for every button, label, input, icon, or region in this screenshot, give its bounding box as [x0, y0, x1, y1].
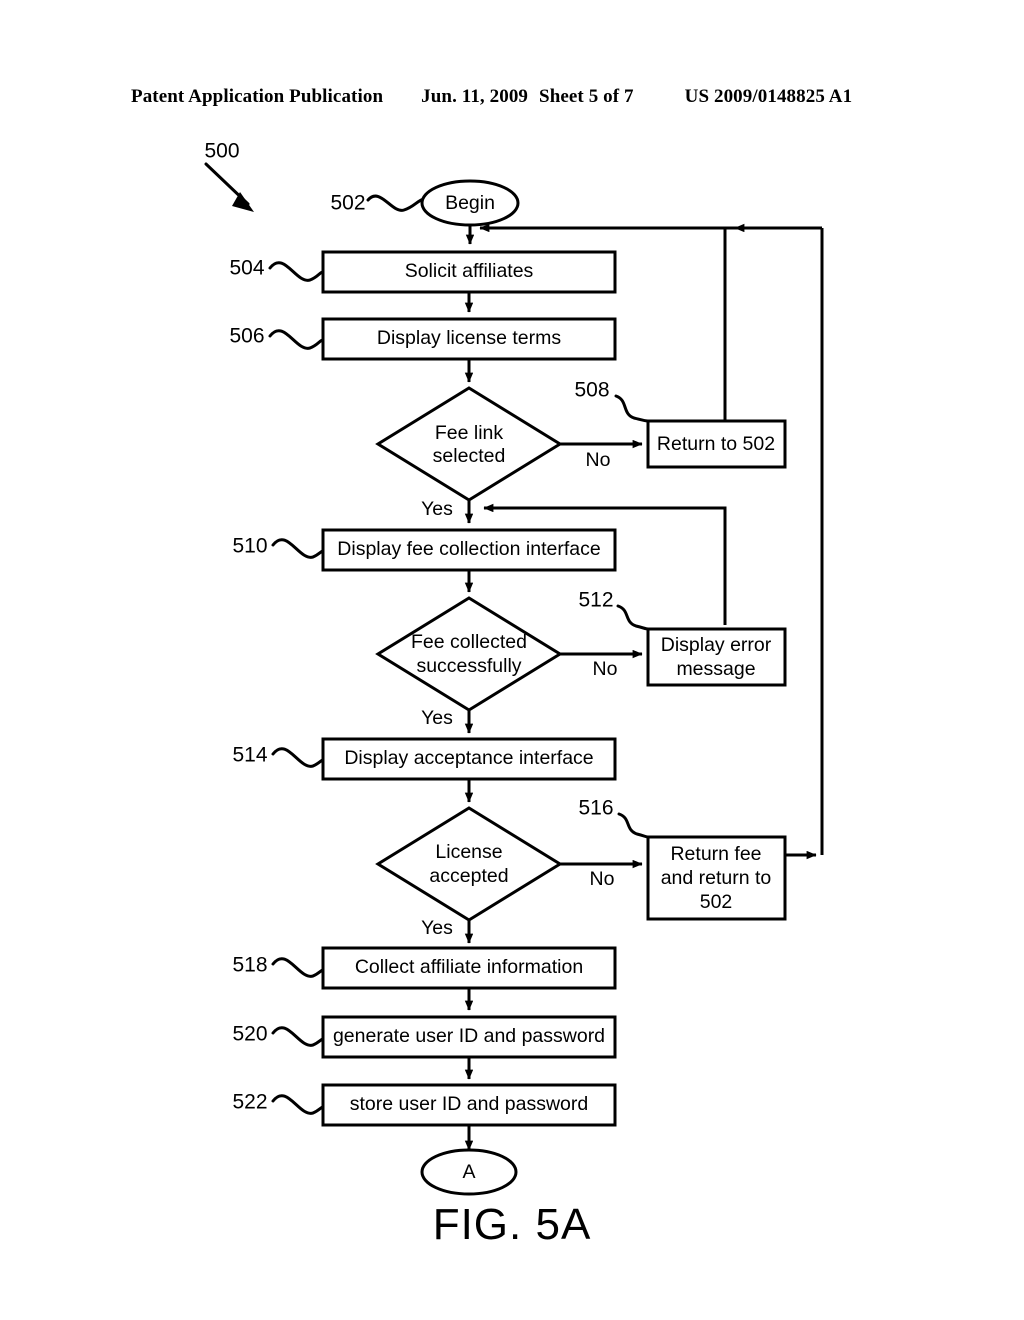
process-store-user-id-and-password-label: store user ID and password	[350, 1093, 588, 1115]
process-generate-user-id-and-password-label: generate user ID and password	[333, 1025, 605, 1047]
diagram-ref-arrowhead	[232, 192, 254, 212]
decision-license-accepted-line1: License	[435, 841, 502, 863]
diagram-ref-500: 500	[204, 140, 239, 163]
decision-license-accepted-line2: accepted	[429, 865, 508, 887]
branch-label-decision3-no: No	[590, 868, 615, 890]
ref-leader-504	[268, 261, 325, 282]
branch-label-decision2-no: No	[593, 658, 618, 680]
ref-number-510: 510	[232, 535, 267, 558]
process-return-fee-line1: Return fee	[670, 843, 761, 865]
flowchart-diagram: 500 502 Begin 504 Solicit affiliates 506…	[204, 140, 824, 1196]
process-return-fee-line3: 502	[700, 891, 733, 913]
ref-leader-516	[617, 812, 650, 839]
ref-number-522: 522	[232, 1091, 267, 1114]
terminator-begin-label: Begin	[445, 192, 495, 214]
decision-license-accepted[interactable]	[375, 806, 563, 922]
decision-fee-link-selected-line2: selected	[433, 445, 506, 467]
ref-number-516: 516	[578, 797, 613, 820]
decision-fee-collected-line2: successfully	[416, 655, 521, 677]
process-display-error-message-line2: message	[676, 658, 755, 680]
ref-leader-522	[271, 1094, 327, 1115]
connector-a-label: A	[462, 1161, 475, 1183]
ref-number-504: 504	[229, 257, 264, 280]
ref-number-506: 506	[229, 325, 264, 348]
process-display-error-message-line1: Display error	[661, 634, 772, 656]
ref-leader-512	[616, 604, 650, 631]
process-display-fee-collection-interface-label: Display fee collection interface	[337, 538, 600, 560]
ref-number-520: 520	[232, 1023, 267, 1046]
decision-fee-link-selected-line1: Fee link	[435, 422, 504, 444]
ref-number-518: 518	[232, 954, 267, 977]
branch-label-decision3-yes: Yes	[421, 917, 453, 939]
figure-5a: 500 502 Begin 504 Solicit affiliates 506…	[0, 0, 1024, 1320]
ref-leader-502	[366, 194, 426, 212]
branch-label-decision1-yes: Yes	[421, 498, 453, 520]
ref-leader-508	[614, 394, 650, 423]
process-return-to-502-label: Return to 502	[657, 433, 775, 455]
ref-leader-510	[271, 538, 327, 559]
ref-number-508: 508	[574, 379, 609, 402]
branch-label-decision2-yes: Yes	[421, 707, 453, 729]
ref-leader-518	[271, 957, 327, 978]
process-solicit-affiliates-label: Solicit affiliates	[405, 260, 534, 282]
decision-fee-collected-successfully[interactable]	[375, 596, 563, 712]
patent-page: Patent Application Publication Jun. 11, …	[0, 0, 1024, 1320]
ref-number-512: 512	[578, 589, 613, 612]
ref-number-502: 502	[330, 192, 365, 215]
ref-number-514: 514	[232, 744, 267, 767]
figure-caption: FIG. 5A	[432, 1200, 592, 1249]
process-display-license-terms-label: Display license terms	[377, 327, 561, 349]
process-return-fee-line2: and return to	[661, 867, 772, 889]
ref-leader-514	[271, 747, 327, 768]
decision-fee-collected-line1: Fee collected	[411, 631, 527, 653]
ref-leader-520	[271, 1026, 327, 1047]
process-display-acceptance-interface-label: Display acceptance interface	[344, 747, 593, 769]
branch-label-decision1-no: No	[586, 449, 611, 471]
process-collect-affiliate-information-label: Collect affiliate information	[355, 956, 583, 978]
ref-leader-506	[268, 329, 325, 350]
